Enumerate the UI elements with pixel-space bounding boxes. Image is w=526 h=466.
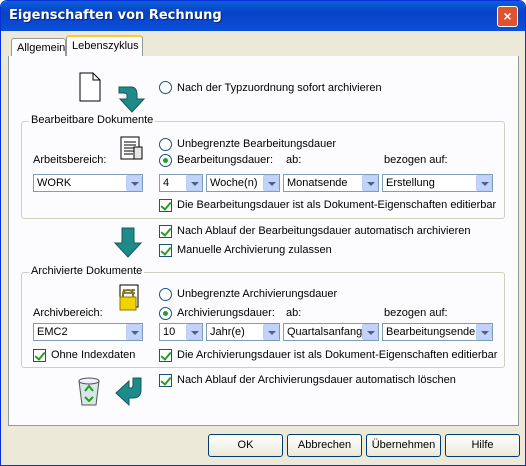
work-area-select[interactable]: WORK xyxy=(33,174,143,192)
archive-editable-label: Die Archivierungsdauer ist als Dokument-… xyxy=(177,349,498,361)
archive-from-label: ab: xyxy=(286,307,302,319)
manual-archive-label: Manuelle Archivierung zulassen xyxy=(177,244,332,256)
recycle-bin-icon xyxy=(78,377,100,406)
unlimited-edit-label: Unbegrenzte Bearbeitungsdauer xyxy=(177,138,337,150)
title-bar[interactable]: Eigenschaften von Rechnung × xyxy=(1,1,525,31)
chevron-down-icon[interactable] xyxy=(126,324,142,340)
locked-document-icon xyxy=(119,284,139,311)
tab-allgemein[interactable]: Allgemein xyxy=(11,38,66,58)
archive-immediately-radio[interactable] xyxy=(159,81,172,94)
edit-ref-label: bezogen auf: xyxy=(384,154,448,166)
edit-from-value: Monatsende xyxy=(287,177,348,189)
chevron-down-icon[interactable] xyxy=(263,175,279,191)
archive-ref-select[interactable]: Bearbeitungsende xyxy=(382,323,493,341)
manual-archive-checkbox[interactable] xyxy=(159,244,172,257)
edit-ref-value: Erstellung xyxy=(386,177,435,189)
editable-group-label: Bearbeitbare Dokumente xyxy=(29,114,156,126)
arrow-left-icon xyxy=(115,377,142,406)
archive-unit-value: Jahr(e) xyxy=(210,326,245,338)
archived-group-label: Archivierte Dokumente xyxy=(29,265,145,277)
archive-editable-checkbox[interactable] xyxy=(159,349,172,362)
edit-editable-label: Die Bearbeitungsdauer ist als Dokument-E… xyxy=(177,199,497,211)
ok-button[interactable]: OK xyxy=(208,434,283,457)
archive-number-value: 10 xyxy=(163,326,176,338)
archive-ref-label: bezogen auf: xyxy=(384,307,448,319)
tab-lebenszyklus[interactable]: Lebenszyklus xyxy=(66,35,143,58)
no-index-checkbox[interactable] xyxy=(33,349,46,362)
edit-unit-value: Woche(n) xyxy=(210,177,258,189)
edit-duration-label: Bearbeitungsdauer: xyxy=(177,154,274,166)
auto-delete-checkbox[interactable] xyxy=(159,374,172,387)
auto-archive-label: Nach Ablauf der Bearbeitungsdauer automa… xyxy=(177,225,471,237)
chevron-down-icon[interactable] xyxy=(126,175,142,191)
arrow-down-icon xyxy=(113,227,143,258)
work-area-value: WORK xyxy=(37,177,72,189)
archive-duration-radio[interactable] xyxy=(159,307,172,320)
archive-area-select[interactable]: EMC2 xyxy=(33,323,143,341)
tab-label: Allgemein xyxy=(17,42,66,54)
edit-editable-checkbox[interactable] xyxy=(159,199,172,212)
edit-unit-select[interactable]: Woche(n) xyxy=(206,174,280,192)
archive-from-select[interactable]: Quartalsanfang xyxy=(283,323,379,341)
work-area-label: Arbeitsbereich: xyxy=(33,154,107,166)
unlimited-archive-radio[interactable] xyxy=(159,288,172,301)
arrow-down-icon xyxy=(118,86,146,113)
auto-delete-label: Nach Ablauf der Archivierungsdauer autom… xyxy=(177,374,456,386)
no-index-label: Ohne Indexdaten xyxy=(51,349,136,361)
help-button[interactable]: Hilfe xyxy=(445,434,520,457)
unlimited-archive-label: Unbegrenzte Archivierungsdauer xyxy=(177,288,338,300)
chevron-down-icon[interactable] xyxy=(263,324,279,340)
dialog-window: Eigenschaften von Rechnung × Allgemein L… xyxy=(0,0,526,466)
apply-button[interactable]: Übernehmen xyxy=(366,434,441,457)
document-list-icon xyxy=(120,136,143,160)
document-icon xyxy=(79,72,101,102)
archive-number-select[interactable]: 10 xyxy=(159,323,203,341)
window-title: Eigenschaften von Rechnung xyxy=(9,8,222,23)
chevron-down-icon[interactable] xyxy=(476,324,492,340)
archive-duration-label: Archivierungsdauer: xyxy=(177,307,275,319)
unlimited-edit-radio[interactable] xyxy=(159,138,172,151)
archive-unit-select[interactable]: Jahr(e) xyxy=(206,323,280,341)
chevron-down-icon[interactable] xyxy=(476,175,492,191)
archive-ref-value: Bearbeitungsende xyxy=(386,326,476,338)
close-icon[interactable]: × xyxy=(497,6,518,27)
tab-panel xyxy=(8,56,519,426)
cancel-button[interactable]: Abbrechen xyxy=(287,434,362,457)
edit-from-select[interactable]: Monatsende xyxy=(283,174,379,192)
archive-from-value: Quartalsanfang xyxy=(287,326,363,338)
archive-area-value: EMC2 xyxy=(37,326,68,338)
edit-number-value: 4 xyxy=(163,177,170,189)
archive-immediately-label: Nach der Typzuordnung sofort archivieren xyxy=(177,82,382,94)
edit-duration-radio[interactable] xyxy=(159,154,172,167)
archive-area-label: Archivbereich: xyxy=(33,307,103,319)
edit-ref-select[interactable]: Erstellung xyxy=(382,174,493,192)
edit-from-label: ab: xyxy=(286,154,302,166)
chevron-down-icon[interactable] xyxy=(186,175,202,191)
tab-label: Lebenszyklus xyxy=(72,40,139,52)
chevron-down-icon[interactable] xyxy=(362,175,378,191)
chevron-down-icon[interactable] xyxy=(186,324,202,340)
auto-archive-checkbox[interactable] xyxy=(159,225,172,238)
chevron-down-icon[interactable] xyxy=(362,324,378,340)
edit-number-select[interactable]: 4 xyxy=(159,174,203,192)
